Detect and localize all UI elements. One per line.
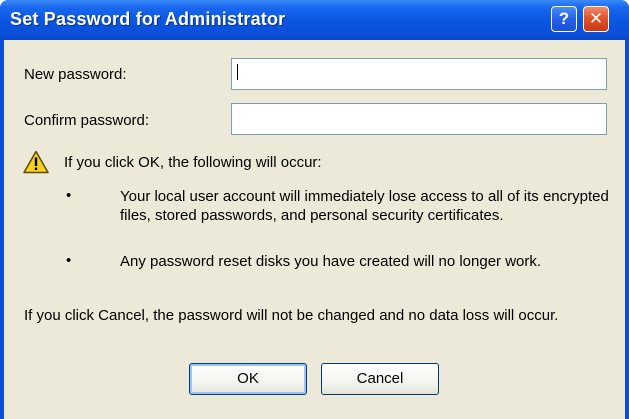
help-icon: ? bbox=[558, 9, 570, 28]
cancel-note-text: If you click Cancel, the password will n… bbox=[24, 307, 559, 324]
warning-item-reset-disks: Any password reset disks you have create… bbox=[120, 253, 542, 270]
warning-triangle-icon bbox=[23, 150, 49, 174]
bullet-marker: • bbox=[66, 187, 72, 204]
warning-intro-text: If you click OK, the following will occu… bbox=[64, 154, 322, 171]
cancel-button[interactable]: Cancel bbox=[321, 363, 439, 395]
help-button[interactable]: ? bbox=[551, 6, 577, 32]
title-bar[interactable]: Set Password for Administrator ? ✕ bbox=[0, 0, 629, 40]
bullet-marker: • bbox=[66, 252, 72, 269]
confirm-password-label: Confirm password: bbox=[24, 112, 150, 129]
confirm-password-field[interactable] bbox=[231, 103, 607, 135]
dialog-body: New password: Confirm password: If you c… bbox=[4, 40, 625, 419]
ok-button[interactable]: OK bbox=[189, 363, 307, 395]
close-icon: ✕ bbox=[588, 9, 604, 28]
new-password-field[interactable] bbox=[231, 58, 607, 90]
dialog-window: Set Password for Administrator ? ✕ New p… bbox=[0, 0, 629, 419]
new-password-label: New password: bbox=[24, 66, 127, 83]
window-title: Set Password for Administrator bbox=[10, 9, 286, 29]
warning-item-files: Your local user account will immediately… bbox=[120, 188, 609, 224]
close-button[interactable]: ✕ bbox=[583, 6, 609, 32]
text-caret bbox=[237, 64, 238, 80]
